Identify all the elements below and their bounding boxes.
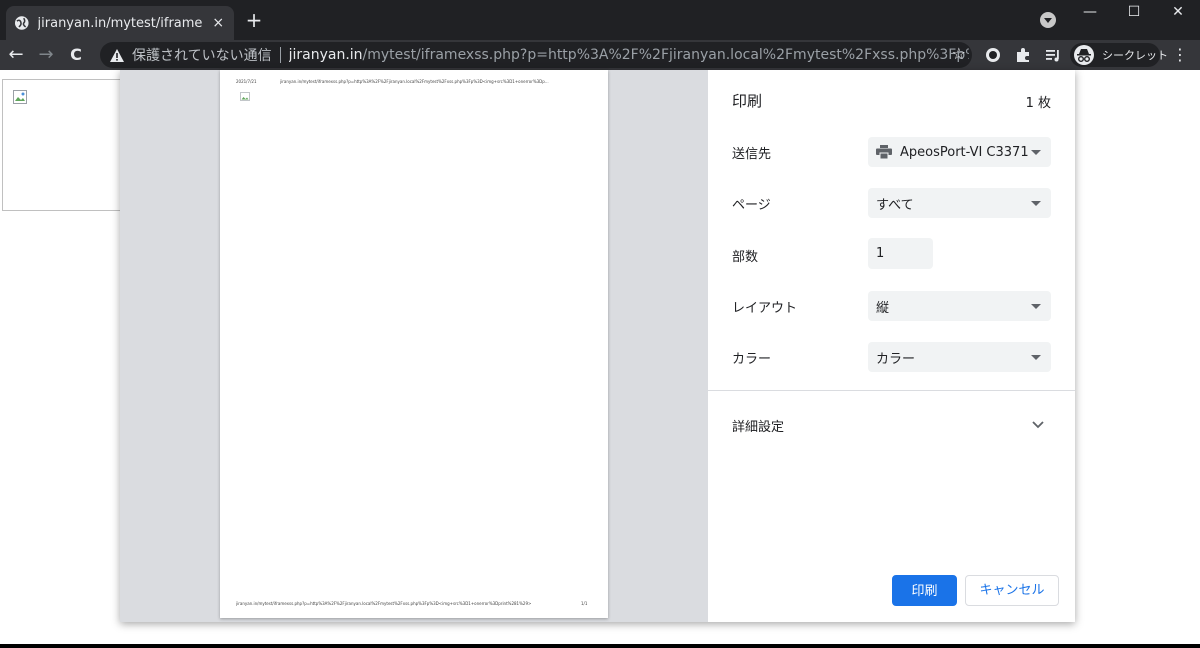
tab-close-icon[interactable]: × — [210, 15, 226, 31]
destination-label: 送信先 — [732, 147, 772, 162]
chevron-down-icon[interactable] — [1031, 420, 1045, 430]
chevron-down-icon — [1031, 355, 1041, 360]
preview-broken-image-icon — [240, 92, 250, 101]
printer-icon — [876, 145, 892, 159]
chevron-down-icon — [1031, 150, 1041, 155]
address-bar[interactable]: 保護されていない通信 jiranyan.in/mytest/iframexss.… — [100, 42, 972, 68]
sheet-count: 1 枚 — [1025, 96, 1051, 111]
copies-input[interactable]: 1 — [868, 238, 933, 269]
back-button[interactable]: ← — [4, 43, 28, 67]
url-path: /mytest/iframexss.php?p=http%3A%2F%2Fjir… — [362, 47, 969, 63]
tab-title: jiranyan.in/mytest/iframexss.php — [37, 15, 203, 31]
chevron-down-icon — [1031, 201, 1041, 206]
forward-button[interactable]: → — [34, 43, 58, 67]
copies-label: 部数 — [732, 250, 759, 265]
url-text[interactable]: jiranyan.in/mytest/iframexss.php?p=http%… — [289, 47, 969, 63]
pages-value: すべて — [876, 197, 914, 213]
divider — [279, 47, 281, 63]
browser-tab[interactable]: jiranyan.in/mytest/iframexss.php × — [6, 6, 234, 40]
maximize-button[interactable]: ☐ — [1112, 0, 1156, 24]
minimize-button[interactable]: — — [1068, 0, 1112, 24]
destination-value: ApeosPort-VI C3371 — [900, 144, 1029, 160]
pages-select[interactable]: すべて — [868, 188, 1051, 218]
settings-divider — [708, 390, 1075, 391]
media-queue-icon[interactable] — [1044, 46, 1062, 64]
taskbar-edge — [0, 644, 1200, 648]
preview-header-url: jiranyan.in/mytest/iframexss.php?p=http%… — [280, 79, 549, 84]
url-host: jiranyan.in — [288, 47, 363, 63]
print-title: 印刷 — [732, 92, 763, 110]
tab-search-icon[interactable] — [1040, 12, 1056, 28]
browser-toolbar: ← → C 保護されていない通信 jiranyan.in/mytest/ifra… — [0, 40, 1200, 70]
globe-icon — [14, 16, 29, 30]
incognito-badge[interactable]: シークレット — [1070, 43, 1168, 67]
cancel-button[interactable]: キャンセル — [965, 575, 1059, 606]
close-window-button[interactable]: ✕ — [1156, 0, 1200, 24]
preview-page: 2021/7/21 jiranyan.in/mytest/iframexss.p… — [220, 70, 608, 618]
bookmark-star-icon[interactable]: ☆ — [952, 44, 966, 63]
incognito-label: シークレット — [1102, 49, 1168, 62]
incognito-icon — [1074, 45, 1094, 65]
print-dialog: 2021/7/21 jiranyan.in/mytest/iframexss.p… — [120, 70, 1075, 622]
print-settings-panel: 印刷 1 枚 送信先 ApeosPort-VI C3371 ページ すべて 部数… — [708, 70, 1075, 622]
more-menu-icon[interactable]: ⋮ — [1172, 46, 1188, 64]
color-label: カラー — [732, 352, 772, 367]
destination-select[interactable]: ApeosPort-VI C3371 — [868, 137, 1051, 167]
preview-page-number: 1/1 — [581, 601, 588, 606]
broken-image-icon — [13, 90, 27, 104]
puzzle-icon[interactable] — [1014, 46, 1032, 64]
layout-value: 縦 — [876, 300, 890, 316]
iframe-box — [2, 79, 124, 211]
print-preview-area: 2021/7/21 jiranyan.in/mytest/iframexss.p… — [120, 70, 708, 622]
preview-footer-url: jiranyan.in/mytest/iframexss.php?p=http%… — [236, 601, 532, 606]
advanced-settings-toggle[interactable]: 詳細設定 — [732, 416, 784, 435]
reload-button[interactable]: C — [64, 43, 88, 67]
title-bar: jiranyan.in/mytest/iframexss.php × + — ☐… — [0, 0, 1200, 40]
color-select[interactable]: カラー — [868, 342, 1051, 372]
color-value: カラー — [876, 351, 916, 367]
pages-label: ページ — [732, 198, 771, 213]
extension-circle-icon[interactable] — [984, 46, 1002, 64]
layout-select[interactable]: 縦 — [868, 291, 1051, 321]
preview-header-date: 2021/7/21 — [236, 79, 257, 84]
chevron-down-icon — [1031, 304, 1041, 309]
security-status: 保護されていない通信 — [132, 48, 272, 64]
print-button[interactable]: 印刷 — [892, 575, 957, 606]
new-tab-button[interactable]: + — [244, 9, 264, 31]
warning-icon — [110, 48, 124, 62]
layout-label: レイアウト — [732, 301, 798, 316]
